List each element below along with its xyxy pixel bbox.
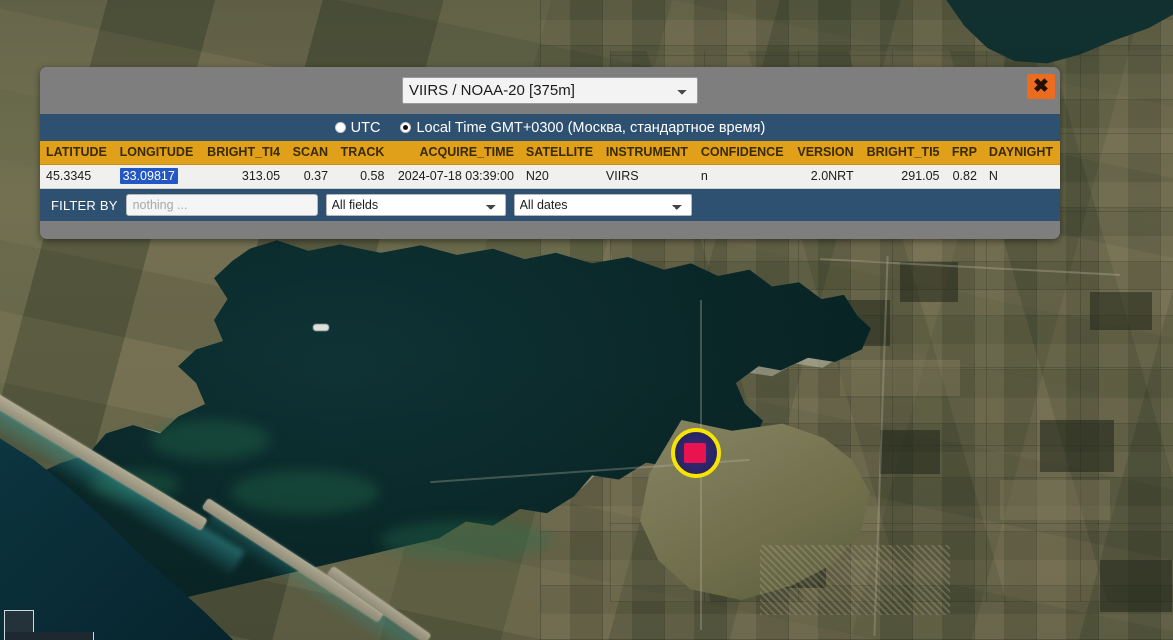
- time-mode-row: UTC Local Time GMT+0300 (Москва, стандар…: [40, 114, 1060, 141]
- cell-frp: 0.82: [945, 164, 983, 189]
- col-version[interactable]: VERSION: [790, 141, 860, 165]
- map-scale-bar: [4, 632, 94, 640]
- table-header-row: LATITUDE LONGITUDE BRIGHT_TI4 SCAN TRACK…: [40, 141, 1060, 165]
- col-scan[interactable]: SCAN: [286, 141, 335, 165]
- filter-input[interactable]: [125, 194, 318, 216]
- table-row[interactable]: 45.3345 33.09817 313.05 0.37 0.58 2024-0…: [40, 164, 1060, 189]
- cell-daynight: N: [982, 164, 1060, 189]
- radio-utc-indicator[interactable]: [334, 122, 346, 133]
- fire-hot-pixel: [684, 443, 706, 463]
- col-longitude[interactable]: LONGITUDE: [113, 141, 201, 165]
- cell-bright-ti4: 313.05: [200, 164, 287, 189]
- cell-track: 0.58: [334, 164, 391, 189]
- cell-acquire-time: 2024-07-18 03:39:00: [390, 164, 520, 189]
- col-bright-ti4[interactable]: BRIGHT_TI4: [200, 141, 287, 165]
- cell-latitude: 45.3345: [40, 164, 114, 189]
- table-head: LATITUDE LONGITUDE BRIGHT_TI4 SCAN TRACK…: [40, 141, 1060, 165]
- radio-utc-label: UTC: [350, 119, 381, 136]
- fire-data-panel: VIIRS / NOAA-20 [375m] ✖ UTC Local Time …: [40, 67, 1060, 239]
- cell-confidence: n: [694, 164, 791, 189]
- sensor-select[interactable]: VIIRS / NOAA-20 [375m]: [402, 77, 698, 104]
- col-satellite[interactable]: SATELLITE: [519, 141, 600, 165]
- col-frp[interactable]: FRP: [945, 141, 983, 165]
- col-acquire-time[interactable]: ACQUIRE_TIME: [390, 141, 520, 165]
- filter-row: FILTER BY All fields All dates: [40, 189, 1060, 221]
- cell-scan: 0.37: [286, 164, 335, 189]
- close-icon[interactable]: ✖: [1027, 74, 1055, 99]
- cell-bright-ti5: 291.05: [859, 164, 946, 189]
- filter-field-select[interactable]: All fields: [325, 194, 506, 216]
- panel-footer: [40, 221, 1060, 239]
- fire-detections-table: LATITUDE LONGITUDE BRIGHT_TI4 SCAN TRACK…: [40, 141, 1060, 189]
- cell-longitude-selection: 33.09817: [119, 168, 178, 184]
- col-instrument[interactable]: INSTRUMENT: [599, 141, 695, 165]
- table-body: 45.3345 33.09817 313.05 0.37 0.58 2024-0…: [40, 164, 1060, 189]
- cell-longitude: 33.09817: [113, 164, 201, 189]
- cell-version: 2.0NRT: [790, 164, 860, 189]
- cell-satellite: N20: [519, 164, 600, 189]
- col-track[interactable]: TRACK: [334, 141, 391, 165]
- col-bright-ti5[interactable]: BRIGHT_TI5: [859, 141, 946, 165]
- col-daynight[interactable]: DAYNIGHT: [982, 141, 1060, 165]
- fire-detection-marker[interactable]: [671, 428, 721, 478]
- cell-instrument: VIIRS: [599, 164, 695, 189]
- radio-local-time-indicator[interactable]: [400, 122, 412, 133]
- col-confidence[interactable]: CONFIDENCE: [694, 141, 791, 165]
- radio-utc[interactable]: UTC: [334, 119, 381, 136]
- map-control-widget[interactable]: [4, 610, 94, 640]
- panel-header: VIIRS / NOAA-20 [375m] ✖: [40, 67, 1060, 114]
- radio-local-time-label: Local Time GMT+0300 (Москва, стандартное…: [416, 119, 766, 136]
- filter-label: FILTER BY: [51, 197, 118, 213]
- filter-date-select[interactable]: All dates: [513, 194, 692, 216]
- map-control-box[interactable]: [4, 610, 34, 634]
- col-latitude[interactable]: LATITUDE: [40, 141, 114, 165]
- app-screenshot: VIIRS / NOAA-20 [375m] ✖ UTC Local Time …: [0, 0, 1173, 640]
- radio-local-time[interactable]: Local Time GMT+0300 (Москва, стандартное…: [400, 120, 765, 136]
